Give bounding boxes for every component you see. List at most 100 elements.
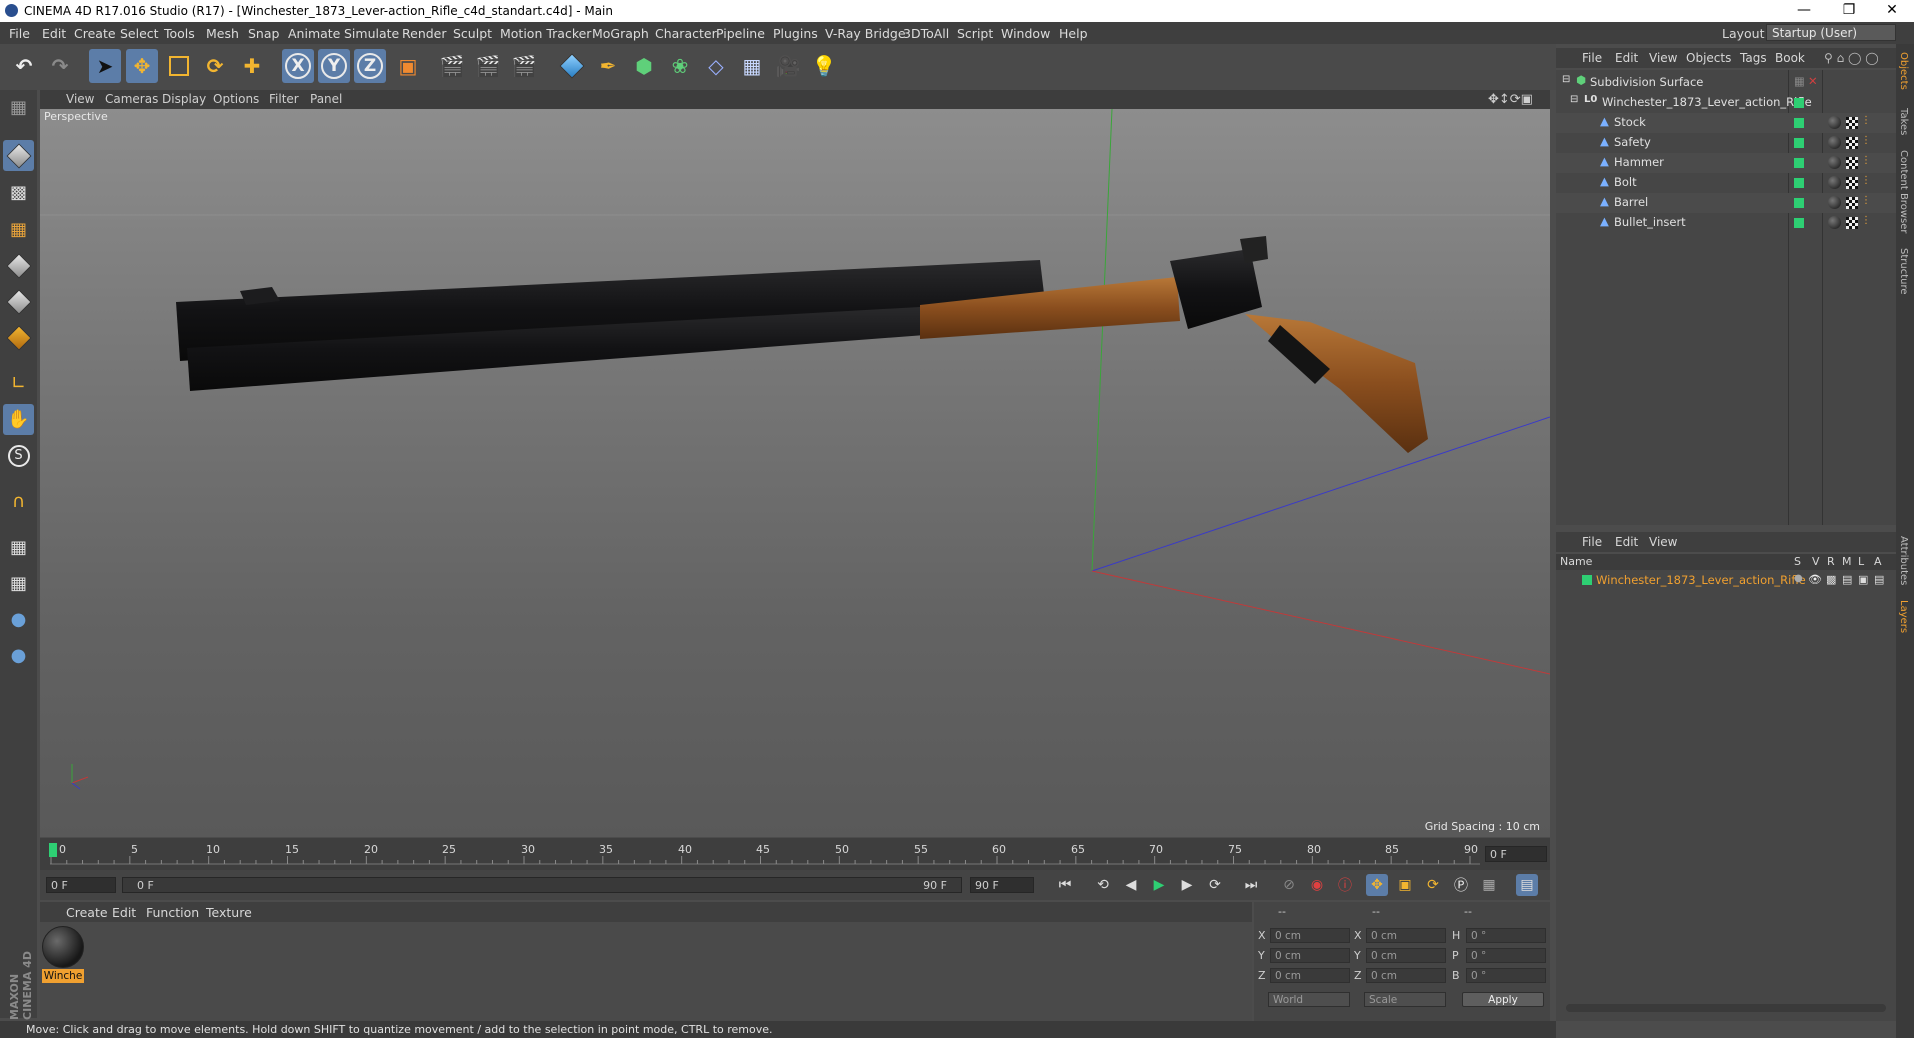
viewport-menu-panel[interactable]: Panel	[310, 92, 342, 106]
current-frame-field[interactable]: 0 F	[1485, 846, 1547, 862]
key-scale-icon[interactable]: ▣	[1394, 874, 1416, 896]
menu-character[interactable]: Character	[655, 26, 717, 41]
material-tag-icon[interactable]	[1828, 136, 1841, 149]
menu-render[interactable]: Render	[402, 26, 447, 41]
selection-tag-icon[interactable]: ⋮	[1861, 195, 1871, 206]
key-parameter-icon[interactable]: Ⓟ	[1450, 874, 1472, 896]
layer-menu-edit[interactable]: Edit	[1615, 535, 1638, 549]
layer-render-icon[interactable]: ▩	[1826, 573, 1836, 586]
material-tag-icon[interactable]	[1828, 216, 1841, 229]
coord-size-y-field[interactable]: 0 cm	[1366, 948, 1446, 963]
menu-sculpt[interactable]: Sculpt	[453, 26, 492, 41]
enabled-x-icon[interactable]: ✕	[1808, 74, 1818, 88]
key-pla-icon[interactable]: ▦	[1478, 874, 1500, 896]
coord-pos-y-field[interactable]: 0 cm	[1270, 948, 1350, 963]
selection-tag-icon[interactable]: ⋮	[1861, 215, 1871, 226]
menu-tools[interactable]: Tools	[164, 26, 195, 41]
tab-attributes[interactable]: Attributes	[1898, 536, 1909, 585]
go-to-start-icon[interactable]: ⏮	[1054, 874, 1076, 896]
axis-mode-icon[interactable]: ∟	[3, 368, 34, 399]
previous-frame-icon[interactable]: ◀	[1120, 874, 1142, 896]
layer-manager-icon[interactable]: ▤	[1842, 573, 1852, 586]
start-frame-field[interactable]: 0 F	[46, 877, 116, 893]
locked-workplane-icon[interactable]: ▦	[3, 532, 34, 563]
layer-color-swatch[interactable]	[1582, 575, 1592, 585]
menu-3dtoall[interactable]: 3DToAll	[903, 26, 949, 41]
x-axis-lock[interactable]: X	[282, 49, 314, 83]
menu-help[interactable]: Help	[1059, 26, 1088, 41]
coord-rot-p-field[interactable]: 0 °	[1466, 948, 1546, 963]
obj-menu-edit[interactable]: Edit	[1615, 51, 1638, 65]
light-icon[interactable]: 💡	[808, 49, 840, 83]
object-row-subdivision-surface[interactable]: ⊟ ⬢ Subdivision Surface ▦ ✕	[1556, 73, 1896, 93]
obj-menu-objects[interactable]: Objects	[1686, 51, 1731, 65]
cube-object-icon[interactable]	[556, 49, 588, 83]
menu-window[interactable]: Window	[1001, 26, 1050, 41]
tab-takes[interactable]: Takes	[1898, 108, 1909, 135]
y-axis-lock[interactable]: Y	[318, 49, 350, 83]
selection-tag-icon[interactable]: ⋮	[1861, 155, 1871, 166]
layer-visibility-icon[interactable]: 👁	[1808, 573, 1822, 586]
make-editable-icon[interactable]: ▦	[3, 92, 34, 123]
selection-tag-icon[interactable]: ⋮	[1861, 175, 1871, 186]
tab-content-browser[interactable]: Content Browser	[1898, 150, 1909, 233]
camera-icon[interactable]: 🎥	[772, 49, 804, 83]
obj-menu-view[interactable]: View	[1649, 51, 1677, 65]
uvw-tag-icon[interactable]	[1846, 117, 1858, 129]
menu-pipeline[interactable]: Pipeline	[716, 26, 765, 41]
play-forward-icon[interactable]: ▶	[1148, 874, 1170, 896]
key-rotation-icon[interactable]: ⟳	[1422, 874, 1444, 896]
obj-menu-book[interactable]: Book	[1775, 51, 1805, 65]
material-menu-texture[interactable]: Texture	[206, 905, 252, 920]
layer-row[interactable]: Winchester_1873_Lever_action_Rifle ● 👁 ▩…	[1556, 571, 1896, 589]
viewport-menu-view[interactable]: View	[66, 92, 94, 106]
deformer-icon[interactable]: ◇	[700, 49, 732, 83]
collapse-icon[interactable]: ⊟	[1570, 94, 1578, 105]
material-menu-create[interactable]: Create	[66, 905, 108, 920]
undo-icon[interactable]: ↶	[8, 49, 40, 83]
model-mode-icon[interactable]	[3, 140, 34, 171]
material-tag-icon[interactable]	[1828, 116, 1841, 129]
obj-menu-file[interactable]: File	[1582, 51, 1602, 65]
uvw-tag-icon[interactable]	[1846, 157, 1858, 169]
python-script-icon[interactable]: ●	[3, 604, 34, 635]
timeline-layout-icon[interactable]: ▤	[1516, 874, 1538, 896]
maximize-button[interactable]: ❐	[1829, 2, 1869, 18]
material-menu-function[interactable]: Function	[146, 905, 199, 920]
close-window-button[interactable]: ✕	[1872, 2, 1912, 18]
scale-tool-icon[interactable]	[163, 49, 195, 83]
magnet-icon[interactable]: ∩	[3, 486, 34, 517]
live-selection-icon[interactable]: ➤	[89, 49, 121, 83]
points-mode-icon[interactable]	[3, 250, 34, 281]
object-row-bolt[interactable]: ▲ Bolt ⋮	[1556, 173, 1896, 193]
cloner-icon[interactable]: ❀	[664, 49, 696, 83]
coord-pos-z-field[interactable]: 0 cm	[1270, 968, 1350, 983]
material-tag-icon[interactable]	[1828, 196, 1841, 209]
coord-rot-b-field[interactable]: 0 °	[1466, 968, 1546, 983]
object-row-bullet-insert[interactable]: ▲ Bullet_insert ⋮	[1556, 213, 1896, 233]
layer-name[interactable]: Winchester_1873_Lever_action_Rifle	[1596, 573, 1806, 587]
menu-vray-bridge[interactable]: V-Ray Bridge	[825, 26, 906, 41]
end-frame-field[interactable]: 90 F	[970, 877, 1034, 893]
selection-tag-icon[interactable]: ⋮	[1861, 135, 1871, 146]
coord-size-z-field[interactable]: 0 cm	[1366, 968, 1446, 983]
next-frame-icon[interactable]: ▶	[1176, 874, 1198, 896]
menu-script[interactable]: Script	[957, 26, 993, 41]
viewport-menu-filter[interactable]: Filter	[269, 92, 299, 106]
render-settings-icon[interactable]: 🎬	[508, 49, 540, 83]
redo-icon[interactable]: ↷	[44, 49, 76, 83]
autokeying-icon[interactable]: ◉	[1306, 874, 1328, 896]
material-tag-icon[interactable]	[1828, 176, 1841, 189]
menu-simulate[interactable]: Simulate	[344, 26, 399, 41]
tweak-mode-icon[interactable]: ✋	[3, 404, 34, 435]
viewport-nav-icons[interactable]: ✥↕⟳▣	[1488, 92, 1533, 107]
menu-plugins[interactable]: Plugins	[773, 26, 818, 41]
uvw-tag-icon[interactable]	[1846, 137, 1858, 149]
polygons-mode-icon[interactable]	[3, 322, 34, 353]
menu-mograph[interactable]: MoGraph	[592, 26, 649, 41]
coord-size-x-field[interactable]: 0 cm	[1366, 928, 1446, 943]
viewport-menu-options[interactable]: Options	[213, 92, 259, 106]
apply-button[interactable]: Apply	[1462, 992, 1544, 1007]
move-tool-icon[interactable]: ✥	[126, 49, 158, 83]
tab-objects[interactable]: Objects	[1898, 52, 1909, 90]
